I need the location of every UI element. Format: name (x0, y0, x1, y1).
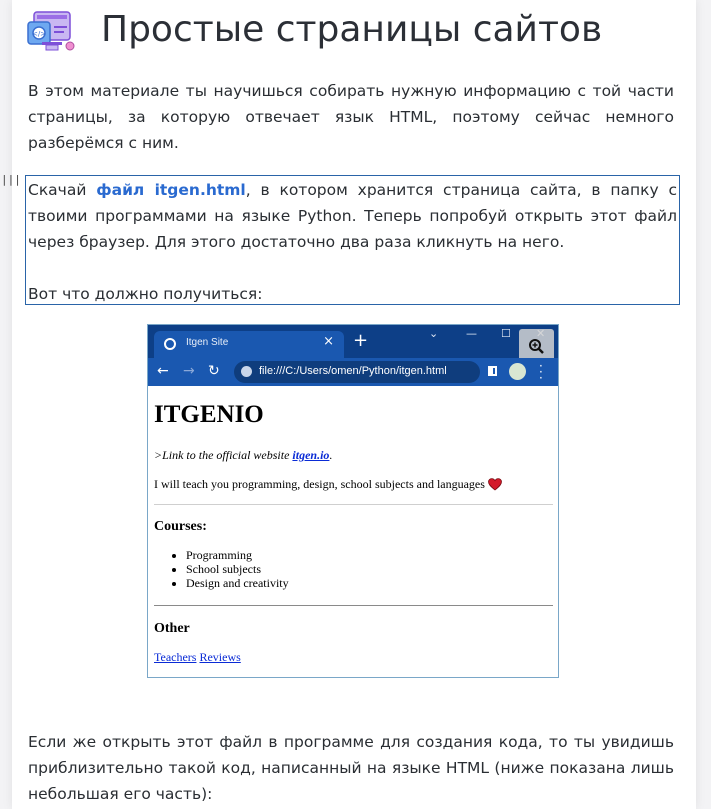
new-tab-icon[interactable]: + (353, 331, 368, 351)
address-bar[interactable]: file:///C:/Users/omen/Python/itgen.html (234, 361, 480, 383)
sidebar-icon[interactable] (488, 366, 497, 376)
download-paragraph: Скачай файл itgen.html, в котором хранит… (28, 177, 677, 255)
link-prefix: >Link to the official website (154, 448, 293, 462)
teach-line: I will teach you programming, design, sc… (154, 477, 502, 492)
courses-list: Programming School subjects Design and c… (154, 548, 289, 590)
result-paragraph: Вот что должно получиться: (28, 285, 263, 303)
link-suffix: . (329, 448, 333, 462)
menu-dots-icon[interactable]: · · · (539, 360, 543, 384)
course-item: Design and creativity (186, 576, 289, 590)
svg-text:</>: </> (32, 30, 46, 38)
selected-text-block[interactable]: Скачай файл itgen.html, в котором хранит… (25, 175, 680, 305)
divider (154, 605, 553, 606)
back-icon[interactable]: ← (157, 362, 169, 380)
official-site-line: >Link to the official website itgen.io. (154, 448, 332, 463)
close-icon[interactable]: × (323, 334, 334, 349)
outro-paragraph: Если же открыть этот файл в программе дл… (28, 733, 674, 803)
site-info-icon[interactable] (241, 366, 252, 377)
course-item: Programming (186, 548, 289, 562)
chevron-down-icon[interactable]: ⌄ (429, 327, 438, 340)
download-text-before: Скачай (28, 181, 97, 199)
page-header: </> Простые страницы сайтов (12, 0, 696, 62)
browser-titlebar: Itgen Site × + ⌄ — ☐ ✕ (148, 325, 558, 358)
browser-screenshot: Itgen Site × + ⌄ — ☐ ✕ ← → ↻ file:///C:/… (147, 324, 559, 678)
divider (154, 504, 553, 505)
drag-handle[interactable]: ||| (1, 174, 21, 186)
other-links: Teachers Reviews (154, 650, 241, 665)
teachers-link[interactable]: Teachers (154, 650, 196, 664)
browser-tab[interactable]: Itgen Site × (154, 331, 344, 358)
intro-paragraph: В этом материале ты научишься собирать н… (28, 82, 674, 152)
other-heading: Other (154, 621, 190, 636)
profile-avatar[interactable] (509, 363, 526, 380)
address-url: file:///C:/Users/omen/Python/itgen.html (259, 365, 447, 377)
maximize-icon[interactable]: ☐ (501, 327, 511, 340)
globe-icon (164, 338, 176, 350)
official-site-link[interactable]: itgen.io (292, 448, 329, 462)
page-heading: ITGENIO (154, 401, 264, 428)
reload-icon[interactable]: ↻ (208, 362, 220, 380)
heart-icon (488, 478, 502, 491)
download-file-link[interactable]: файл itgen.html (96, 181, 246, 199)
tab-title: Itgen Site (186, 337, 229, 348)
page-title: Простые страницы сайтов (101, 9, 603, 50)
minimize-icon[interactable]: — (466, 327, 477, 340)
courses-heading: Courses: (154, 519, 207, 534)
browser-toolbar: ← → ↻ file:///C:/Users/omen/Python/itgen… (148, 358, 558, 386)
web-development-icon: </> (27, 11, 75, 51)
course-item: School subjects (186, 562, 289, 576)
article-card: </> Простые страницы сайтов В этом матер… (12, 0, 696, 809)
reviews-link[interactable]: Reviews (199, 650, 240, 664)
forward-icon[interactable]: → (183, 362, 195, 380)
teach-text: I will teach you programming, design, sc… (154, 477, 485, 491)
